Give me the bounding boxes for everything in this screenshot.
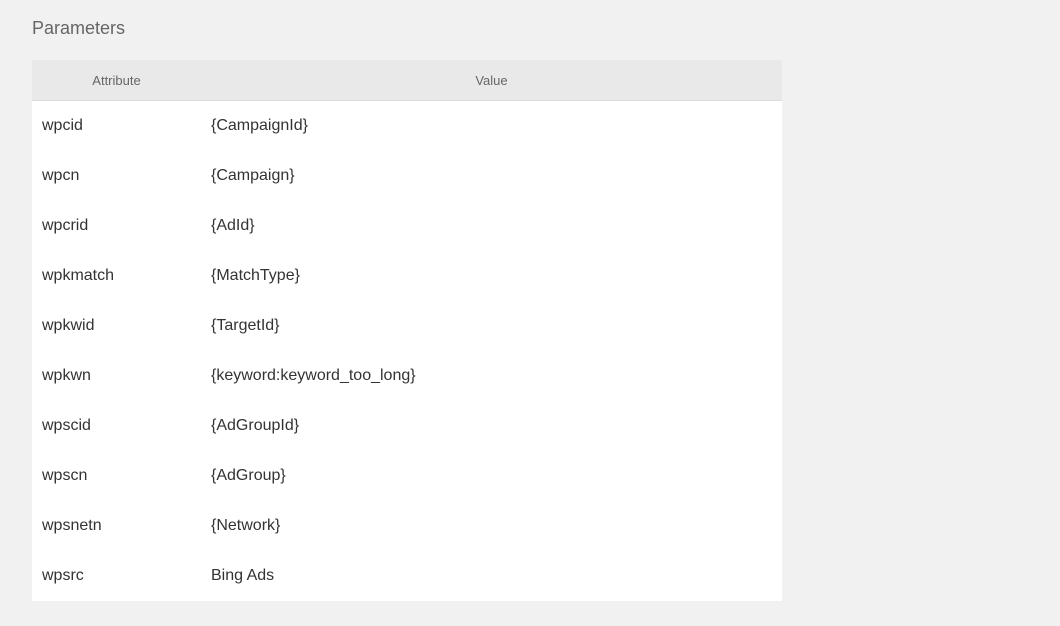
attribute-cell: wpkwn: [42, 367, 91, 384]
value-cell: {CampaignId}: [211, 117, 308, 134]
table-header: Attribute Value: [32, 60, 782, 101]
attribute-cell: wpscid: [42, 417, 91, 434]
attribute-cell: wpcid: [42, 117, 83, 134]
attribute-cell: wpscn: [42, 467, 88, 484]
table-row: wpscid {AdGroupId}: [32, 401, 782, 451]
attribute-cell: wpcn: [42, 167, 80, 184]
section-title: Parameters: [32, 18, 126, 38]
table-row: wpcid {CampaignId}: [32, 101, 782, 152]
value-cell: {AdGroup}: [211, 467, 286, 484]
value-cell: Bing Ads: [211, 567, 275, 584]
value-cell: {AdGroupId}: [211, 417, 300, 434]
value-cell: {Network}: [211, 517, 281, 534]
attribute-cell: wpkmatch: [42, 267, 115, 284]
attribute-cell: wpsnetn: [42, 517, 102, 534]
table-row: wpkwid {TargetId}: [32, 301, 782, 351]
table-row: wpcn {Campaign}: [32, 151, 782, 201]
attribute-cell: wpcrid: [42, 217, 89, 234]
attribute-cell: wpsrc: [42, 567, 84, 584]
value-cell: {TargetId}: [211, 317, 280, 334]
value-cell: {Campaign}: [211, 167, 295, 184]
table-body: wpcid {CampaignId} wpcn {Campaign} wpcri…: [32, 101, 782, 602]
attribute-cell: wpkwid: [42, 317, 95, 334]
value-cell: {MatchType}: [211, 267, 300, 284]
column-header-value[interactable]: Value: [201, 60, 782, 101]
parameters-table: Attribute Value wpcid {CampaignId} wpcn …: [32, 60, 782, 601]
value-cell: {AdId}: [211, 217, 255, 234]
table-row: wpsrc Bing Ads: [32, 551, 782, 601]
table-row: wpkmatch {MatchType}: [32, 251, 782, 301]
table-row: wpsnetn {Network}: [32, 501, 782, 551]
table-row: wpkwn {keyword:keyword_too_long}: [32, 351, 782, 401]
table-row: wpscn {AdGroup}: [32, 451, 782, 501]
value-cell: {keyword:keyword_too_long}: [211, 367, 416, 384]
column-header-attribute[interactable]: Attribute: [32, 60, 201, 101]
header-row: Attribute Value: [32, 60, 782, 101]
table-row: wpcrid {AdId}: [32, 201, 782, 251]
